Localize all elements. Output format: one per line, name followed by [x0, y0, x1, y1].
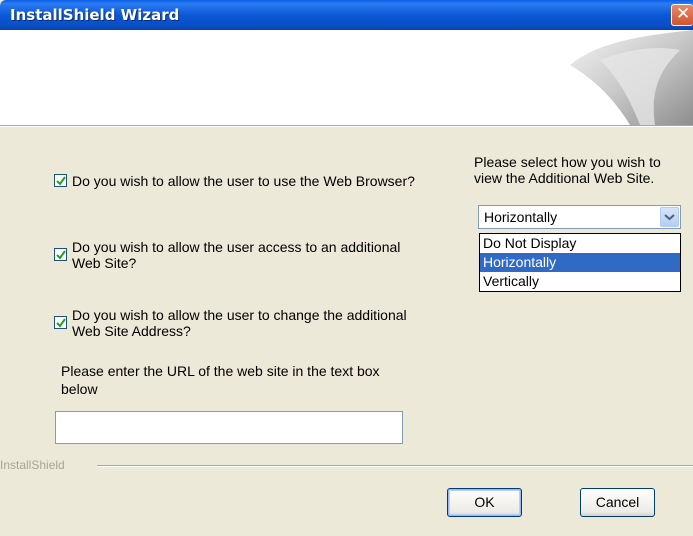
cancel-button[interactable]: Cancel: [580, 488, 655, 517]
page-curl-graphic: [570, 30, 693, 125]
ok-button[interactable]: OK: [447, 488, 522, 517]
url-prompt-line1: Please enter the URL of the web site in …: [61, 363, 380, 379]
url-input[interactable]: [55, 411, 403, 444]
allow-additional-site-checkbox[interactable]: [54, 248, 67, 261]
allow-change-address-label: Do you wish to allow the user to change …: [72, 307, 407, 339]
dropdown-arrow-button[interactable]: [660, 207, 679, 227]
view-mode-select[interactable]: Horizontally: [478, 205, 681, 229]
view-select-prompt: Please select how you wish to view the A…: [474, 154, 661, 186]
allow-change-address-checkbox[interactable]: [54, 316, 67, 329]
allow-additional-site-label-line2: Web Site?: [72, 255, 137, 271]
brand-label: InstallShield: [0, 458, 65, 472]
view-mode-dropdown-list: Do Not Display Horizontally Vertically: [479, 233, 681, 292]
view-select-prompt-line2: view the Additional Web Site.: [474, 170, 655, 186]
dropdown-option-vertically[interactable]: Vertically: [480, 272, 680, 291]
header-separator: [0, 125, 693, 127]
view-select-prompt-line1: Please select how you wish to: [474, 154, 661, 170]
checkmark-icon: [56, 250, 66, 260]
chevron-down-icon: [664, 214, 675, 221]
allow-change-address-label-line1: Do you wish to allow the user to change …: [72, 307, 407, 323]
window-title: InstallShield Wizard: [10, 6, 180, 24]
close-icon: ✕: [676, 4, 691, 24]
allow-additional-site-label: Do you wish to allow the user access to …: [72, 239, 400, 271]
allow-change-address-label-line2: Web Site Address?: [72, 323, 191, 339]
url-prompt: Please enter the URL of the web site in …: [61, 362, 380, 398]
footer-divider: [97, 465, 693, 467]
dropdown-option-horizontally[interactable]: Horizontally: [480, 253, 680, 272]
title-bar[interactable]: InstallShield Wizard ✕: [0, 0, 693, 30]
checkmark-icon: [56, 176, 66, 186]
checkmark-icon: [56, 318, 66, 328]
view-mode-selected-value: Horizontally: [484, 209, 558, 225]
allow-browser-label: Do you wish to allow the user to use the…: [72, 173, 415, 189]
url-prompt-line2: below: [61, 381, 98, 397]
close-button[interactable]: ✕: [671, 4, 693, 26]
dropdown-option-do-not-display[interactable]: Do Not Display: [480, 234, 680, 253]
allow-additional-site-label-line1: Do you wish to allow the user access to …: [72, 239, 401, 255]
allow-browser-checkbox[interactable]: [54, 174, 67, 187]
